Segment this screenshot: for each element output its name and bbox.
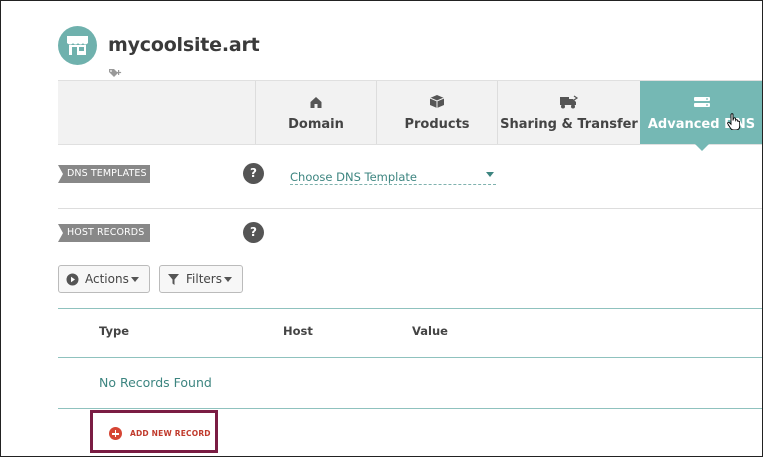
- column-header-type[interactable]: Type: [99, 324, 129, 338]
- chevron-down-icon: [131, 277, 139, 282]
- tab-products[interactable]: Products: [376, 81, 497, 144]
- play-circle-icon: [66, 273, 79, 289]
- table-top-border: [58, 308, 762, 309]
- tab-advanced-dns[interactable]: Advanced DNS: [640, 81, 762, 151]
- filter-icon: [167, 273, 180, 289]
- actions-dropdown-button[interactable]: Actions: [58, 265, 150, 293]
- dns-template-select[interactable]: Choose DNS Template: [290, 166, 496, 185]
- filters-dropdown-button[interactable]: Filters: [159, 265, 243, 293]
- domain-tab-bar: Domain Products Sharing & Transfer Advan…: [58, 80, 762, 151]
- add-record-highlight: ADD NEW RECORD: [90, 410, 218, 453]
- tab-domain[interactable]: Domain: [255, 81, 376, 144]
- plus-circle-icon: [109, 427, 122, 440]
- section-divider: [58, 208, 762, 209]
- dns-template-select-value: Choose DNS Template: [290, 170, 417, 184]
- site-store-icon: [58, 26, 97, 65]
- home-icon: [310, 94, 323, 113]
- tab-label: Advanced DNS: [647, 117, 756, 132]
- table-header-border: [58, 357, 762, 358]
- site-title: mycoolsite.art: [108, 34, 260, 56]
- chevron-down-icon: [224, 277, 232, 282]
- host-records-help-icon[interactable]: ?: [243, 222, 264, 243]
- dns-templates-label: DNS TEMPLATES: [58, 165, 150, 183]
- tab-sharing-transfer[interactable]: Sharing & Transfer: [497, 81, 640, 144]
- server-icon: [693, 94, 711, 113]
- host-records-label: HOST RECORDS: [58, 224, 150, 242]
- chevron-down-icon: [486, 172, 494, 177]
- actions-label: Actions: [85, 272, 129, 286]
- dns-templates-help-icon[interactable]: ?: [243, 163, 264, 184]
- hand-cursor-icon: [727, 113, 741, 134]
- column-header-host[interactable]: Host: [283, 324, 313, 338]
- tab-label: Sharing & Transfer: [500, 117, 638, 132]
- box-icon: [429, 94, 445, 113]
- add-new-record-label: ADD NEW RECORD: [130, 429, 211, 438]
- filters-label: Filters: [186, 272, 222, 286]
- tab-label: Domain: [288, 117, 344, 132]
- empty-records-message: No Records Found: [99, 375, 212, 390]
- truck-icon: [559, 94, 579, 113]
- column-header-value[interactable]: Value: [412, 324, 448, 338]
- table-bottom-border: [58, 408, 762, 409]
- tab-label: Products: [404, 117, 470, 132]
